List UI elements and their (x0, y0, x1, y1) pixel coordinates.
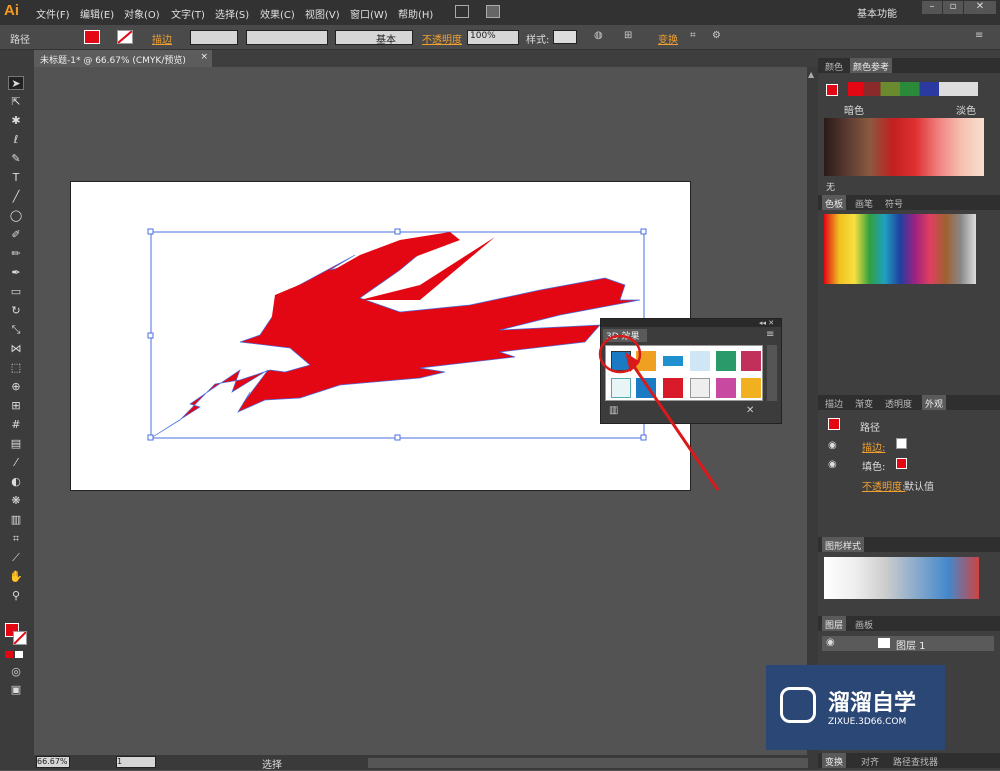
layer-name[interactable]: 图层 1 (896, 637, 926, 652)
watermark-logo-icon (780, 687, 816, 723)
tab-graphic-styles[interactable]: 图形样式 (822, 537, 865, 552)
tab-brushes[interactable]: 画笔 (852, 195, 876, 210)
watermark-url: ZIXUE.3D66.COM (828, 717, 907, 727)
tab-transform[interactable]: 变换 (822, 753, 847, 768)
appearance-stroke-swatch[interactable] (896, 438, 907, 449)
tab-transparency[interactable]: 透明度 (882, 395, 915, 410)
graphic-styles-grid[interactable] (824, 557, 979, 599)
watermark-name: 溜溜自学 (828, 691, 917, 716)
page-field[interactable]: 1 (116, 756, 156, 768)
tab-pathfinder[interactable]: 路径查找器 (890, 753, 941, 768)
layer-thumbnail (878, 638, 890, 648)
appearance-thumb (828, 418, 840, 430)
appearance-stroke-label[interactable]: 描边: (862, 439, 885, 454)
tab-symbols[interactable]: 符号 (882, 195, 906, 210)
darker-label: 暗色 (844, 106, 864, 117)
tab-color-guide[interactable]: 颜色参考 (850, 58, 893, 73)
swatches-grid[interactable] (824, 214, 976, 284)
zoom-field[interactable]: 66.67% (36, 756, 70, 768)
appearance-fill-swatch[interactable] (896, 458, 907, 469)
tab-align[interactable]: 对齐 (858, 753, 882, 768)
tab-color[interactable]: 颜色 (822, 58, 846, 73)
arrow-head (625, 352, 640, 372)
tab-layers[interactable]: 图层 (822, 616, 847, 631)
tab-artboards[interactable]: 画板 (852, 616, 876, 631)
tab-gradient[interactable]: 渐变 (852, 395, 876, 410)
appearance-fill-label[interactable]: 填色: (862, 458, 885, 473)
right-panel-dock: 颜色 颜色参考 暗色 淡色 无 色板 画笔 符号 描边 渐变 透明度 外观 路径… (818, 50, 1000, 770)
lighter-label: 淡色 (956, 106, 976, 117)
tab-appearance[interactable]: 外观 (922, 395, 947, 410)
annotation-arrow (631, 364, 720, 491)
tab-stroke[interactable]: 描边 (822, 395, 846, 410)
layer-row[interactable]: ◉ 图层 1 (822, 636, 994, 652)
status-bar: 66.67% 1 选择 (34, 755, 818, 771)
visibility-eye-icon[interactable]: ◉ (828, 459, 837, 470)
tab-swatches[interactable]: 色板 (822, 195, 847, 210)
color-variations-grid[interactable] (824, 118, 984, 176)
appearance-opacity-value: 默认值 (904, 482, 934, 493)
appearance-path-title: 路径 (860, 423, 880, 434)
visibility-eye-icon[interactable]: ◉ (828, 440, 837, 451)
appearance-opacity-label[interactable]: 不透明度: (862, 478, 905, 493)
harmony-colors-bar[interactable] (848, 82, 978, 96)
watermark: 溜溜自学 ZIXUE.3D66.COM (766, 665, 945, 750)
horizontal-scrollbar[interactable] (368, 758, 808, 768)
status-mode[interactable]: 选择 (262, 756, 282, 771)
base-color-swatch[interactable] (826, 84, 838, 96)
layer-visibility-icon[interactable]: ◉ (826, 637, 835, 648)
none-label: 无 (826, 183, 836, 193)
